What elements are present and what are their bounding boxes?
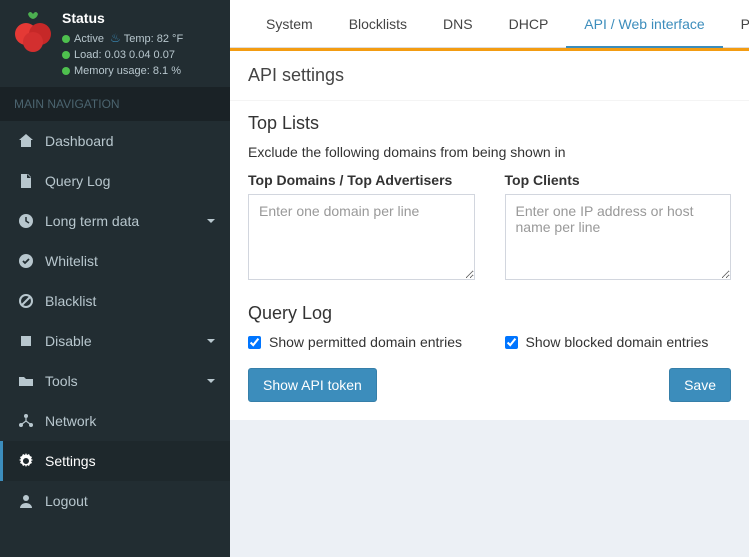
file-icon [17, 173, 35, 189]
sidebar: Status Active♨Temp: 82 °F Load: 0.03 0.0… [0, 0, 230, 557]
nav-header: MAIN NAVIGATION [0, 87, 230, 121]
sidebar-item-tools[interactable]: Tools [0, 361, 230, 401]
chevron-down-icon [206, 373, 216, 389]
settings-panel: API settings Top Lists Exclude the follo… [230, 51, 749, 420]
sidebar-item-settings[interactable]: Settings [0, 441, 230, 481]
tab-api[interactable]: API / Web interface [566, 0, 722, 48]
domains-textarea[interactable] [248, 194, 475, 280]
main-content: System Blocklists DNS DHCP API / Web int… [230, 0, 749, 557]
chevron-down-icon [206, 333, 216, 349]
status-dot-icon [62, 35, 70, 43]
section-toplists: Top Lists Exclude the following domains … [230, 101, 749, 283]
tab-blocklists[interactable]: Blocklists [331, 0, 425, 47]
home-icon [17, 133, 35, 149]
sidebar-item-label: Tools [45, 373, 78, 389]
gear-icon [17, 453, 35, 469]
sidebar-item-label: Disable [45, 333, 92, 349]
status-active-line: Active♨Temp: 82 °F [62, 30, 183, 47]
clients-label: Top Clients [505, 172, 732, 188]
status-dot-icon [62, 67, 70, 75]
sidebar-item-label: Settings [45, 453, 96, 469]
sidebar-item-longterm[interactable]: Long term data [0, 201, 230, 241]
tab-privacy[interactable]: Privac [723, 0, 749, 47]
show-api-token-button[interactable]: Show API token [248, 368, 377, 402]
toplists-heading: Top Lists [248, 113, 731, 134]
section-querylog: Query Log Show permitted domain entries … [230, 283, 749, 350]
sidebar-item-label: Dashboard [45, 133, 114, 149]
sidebar-item-logout[interactable]: Logout [0, 481, 230, 521]
folder-icon [17, 373, 35, 389]
status-load-line: Load: 0.03 0.04 0.07 [62, 47, 183, 63]
network-icon [17, 413, 35, 429]
toplists-description: Exclude the following domains from being… [248, 144, 731, 160]
logo [12, 10, 54, 52]
querylog-heading: Query Log [248, 303, 731, 324]
check-circle-icon [17, 253, 35, 269]
sidebar-item-label: Network [45, 413, 96, 429]
panel-title: API settings [230, 51, 749, 101]
sidebar-item-label: Whitelist [45, 253, 98, 269]
sidebar-item-querylog[interactable]: Query Log [0, 161, 230, 201]
user-icon [17, 493, 35, 509]
sidebar-item-label: Logout [45, 493, 88, 509]
permitted-label: Show permitted domain entries [269, 334, 462, 350]
sidebar-item-disable[interactable]: Disable [0, 321, 230, 361]
status-memory-line: Memory usage: 8.1 % [62, 63, 183, 79]
blocked-checkbox[interactable] [505, 336, 518, 349]
sidebar-item-label: Long term data [45, 213, 139, 229]
tab-system[interactable]: System [248, 0, 331, 47]
flame-icon: ♨ [110, 31, 121, 45]
status-title: Status [62, 10, 183, 26]
tab-dns[interactable]: DNS [425, 0, 491, 47]
tab-bar: System Blocklists DNS DHCP API / Web int… [230, 0, 749, 48]
ban-icon [17, 293, 35, 309]
domains-label: Top Domains / Top Advertisers [248, 172, 475, 188]
sidebar-item-dashboard[interactable]: Dashboard [0, 121, 230, 161]
panel-actions: Show API token Save [230, 350, 749, 420]
save-button[interactable]: Save [669, 368, 731, 402]
stop-icon [17, 333, 35, 349]
clients-textarea[interactable] [505, 194, 732, 280]
chevron-down-icon [206, 213, 216, 229]
sidebar-item-whitelist[interactable]: Whitelist [0, 241, 230, 281]
sidebar-item-label: Blacklist [45, 293, 96, 309]
sidebar-item-blacklist[interactable]: Blacklist [0, 281, 230, 321]
sidebar-item-network[interactable]: Network [0, 401, 230, 441]
status-panel: Status Active♨Temp: 82 °F Load: 0.03 0.0… [0, 0, 230, 87]
blocked-label: Show blocked domain entries [526, 334, 709, 350]
sidebar-item-label: Query Log [45, 173, 110, 189]
permitted-checkbox[interactable] [248, 336, 261, 349]
status-dot-icon [62, 51, 70, 59]
clock-icon [17, 213, 35, 229]
tab-dhcp[interactable]: DHCP [491, 0, 567, 47]
